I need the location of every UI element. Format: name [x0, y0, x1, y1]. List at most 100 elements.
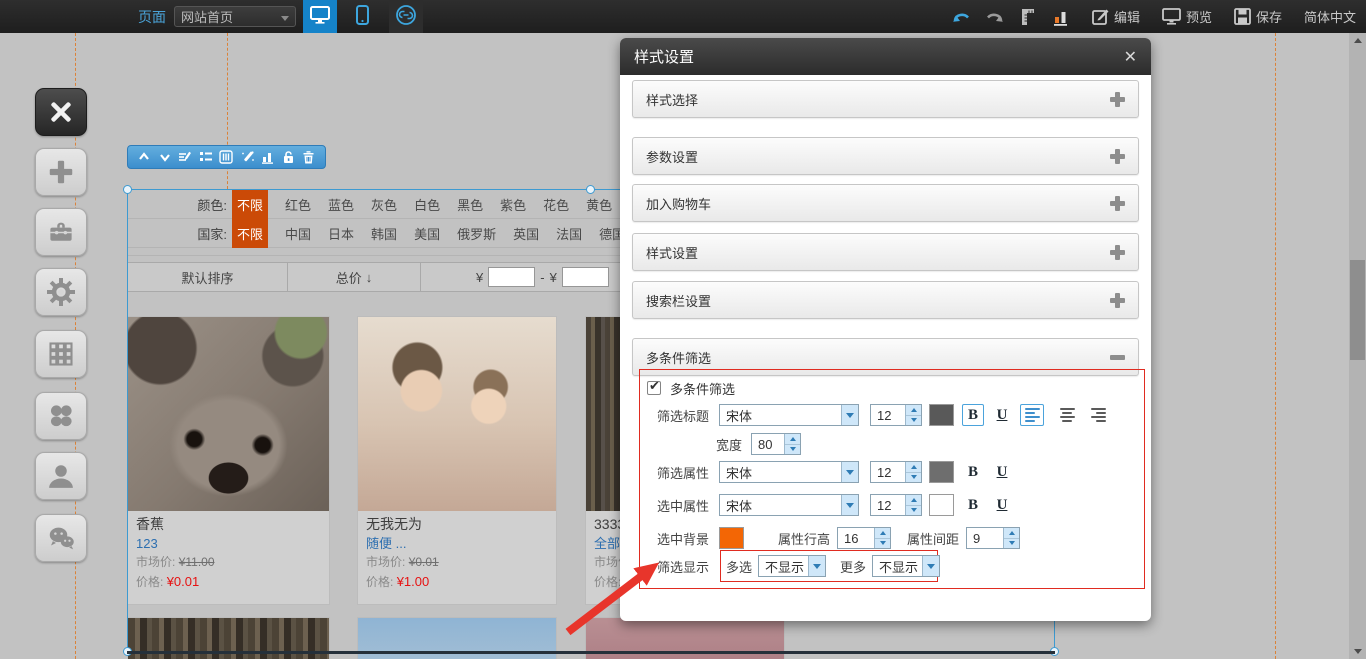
dialog-header[interactable]: 样式设置 ✕	[620, 38, 1151, 75]
stepper-arrows[interactable]	[905, 495, 921, 515]
filter-chip[interactable]: 中国	[285, 224, 311, 243]
expand-plus-icon[interactable]	[1110, 92, 1125, 107]
expand-plus-icon[interactable]	[1110, 245, 1125, 260]
underline-button[interactable]: U	[991, 461, 1013, 483]
attr-color-swatch[interactable]	[929, 461, 954, 483]
price-min-input[interactable]	[488, 267, 535, 287]
stats-icon[interactable]	[259, 148, 277, 166]
filter-chip[interactable]: 法国	[556, 224, 582, 243]
product-image-koala[interactable]	[128, 317, 329, 511]
filter-chip[interactable]: 日本	[328, 224, 354, 243]
product-link[interactable]: 123	[136, 534, 321, 553]
font-size-stepper[interactable]: 12	[870, 461, 922, 483]
sort-total-cell[interactable]: 总价 ↓	[288, 263, 421, 291]
filter-chip[interactable]: 不限	[232, 219, 268, 248]
section-search-bar[interactable]: 搜索栏设置	[632, 281, 1139, 319]
sidebar-item-add[interactable]	[35, 148, 87, 196]
align-left-button[interactable]	[1020, 404, 1044, 426]
product-card[interactable]: 无我无为 随便 ... 市场价: ¥0.01 价格: ¥1.00	[357, 316, 557, 605]
stepper-arrows[interactable]	[905, 405, 921, 425]
font-size-stepper[interactable]: 12	[870, 494, 922, 516]
bold-button[interactable]: B	[962, 494, 984, 516]
filter-chip[interactable]: 韩国	[371, 224, 397, 243]
page-select[interactable]: 网站首页	[174, 6, 296, 27]
attr-spacing-stepper[interactable]: 9	[966, 527, 1020, 549]
filter-chip[interactable]: 紫色	[500, 195, 526, 214]
vertical-scrollbar[interactable]	[1349, 33, 1366, 659]
undo-icon[interactable]	[952, 9, 972, 25]
ruler-icon[interactable]	[1020, 8, 1036, 26]
scroll-up-arrow-icon[interactable]	[1349, 33, 1366, 48]
align-right-button[interactable]	[1086, 404, 1110, 426]
redo-icon[interactable]	[984, 9, 1004, 25]
underline-button[interactable]: U	[991, 494, 1013, 516]
close-icon[interactable]: ✕	[1124, 47, 1137, 67]
align-center-button[interactable]	[1055, 404, 1079, 426]
filter-chip[interactable]: 白色	[414, 195, 440, 214]
filter-chip[interactable]: 英国	[513, 224, 539, 243]
move-up-icon[interactable]	[135, 148, 153, 166]
chevron-down-icon[interactable]	[922, 556, 939, 576]
underline-button[interactable]: U	[991, 404, 1013, 426]
trash-icon[interactable]	[300, 148, 318, 166]
lock-icon[interactable]	[279, 148, 297, 166]
filter-chip[interactable]: 灰色	[371, 195, 397, 214]
section-style-settings[interactable]: 样式设置	[632, 233, 1139, 271]
width-stepper[interactable]: 80	[751, 433, 801, 455]
product-card[interactable]: 香蕉 123 市场价: ¥11.00 价格: ¥0.01	[127, 316, 330, 605]
sidebar-item-member[interactable]	[35, 452, 87, 500]
filter-chip[interactable]: 红色	[285, 195, 311, 214]
edit-content-icon[interactable]	[176, 148, 194, 166]
section-style-select[interactable]: 样式选择	[632, 80, 1139, 118]
edit-button[interactable]: 编辑	[1092, 7, 1140, 26]
bold-button[interactable]: B	[962, 404, 984, 426]
params-icon[interactable]	[217, 148, 235, 166]
sidebar-item-toolbox[interactable]	[35, 208, 87, 256]
selected-attr-color-swatch[interactable]	[929, 494, 954, 516]
font-family-select[interactable]: 宋体	[719, 461, 859, 483]
sidebar-item-settings[interactable]	[35, 268, 87, 316]
filter-chip[interactable]: 黄色	[586, 195, 612, 214]
selection-handle-top-left[interactable]	[123, 185, 132, 194]
bold-button[interactable]: B	[962, 461, 984, 483]
collapse-minus-icon[interactable]	[1110, 350, 1125, 365]
selection-handle-top-mid[interactable]	[586, 185, 595, 194]
sidebar-item-apps[interactable]	[35, 392, 87, 440]
chevron-down-icon[interactable]	[808, 556, 825, 576]
statistics-icon[interactable]	[1052, 8, 1070, 26]
product-link[interactable]: 随便 ...	[366, 534, 548, 553]
chevron-down-icon[interactable]	[841, 405, 858, 425]
preview-button[interactable]: 预览	[1162, 7, 1212, 26]
title-color-swatch[interactable]	[929, 404, 954, 426]
filter-chip[interactable]: 蓝色	[328, 195, 354, 214]
expand-plus-icon[interactable]	[1110, 149, 1125, 164]
expand-plus-icon[interactable]	[1110, 196, 1125, 211]
section-params[interactable]: 参数设置	[632, 137, 1139, 175]
list-settings-icon[interactable]	[197, 148, 215, 166]
scroll-down-arrow-icon[interactable]	[1349, 644, 1366, 659]
link-mode-button[interactable]	[389, 0, 423, 33]
sort-default-cell[interactable]: 默认排序	[128, 263, 288, 291]
filter-chip[interactable]: 黑色	[457, 195, 483, 214]
expand-plus-icon[interactable]	[1110, 293, 1125, 308]
chevron-down-icon[interactable]	[841, 462, 858, 482]
filter-chip[interactable]: 花色	[543, 195, 569, 214]
section-add-to-cart[interactable]: 加入购物车	[632, 184, 1139, 222]
sidebar-item-design[interactable]	[35, 88, 87, 136]
multi-filter-checkbox[interactable]: ✔	[647, 381, 661, 395]
font-family-select[interactable]: 宋体	[719, 404, 859, 426]
language-switcher[interactable]: 简体中文	[1304, 7, 1356, 26]
sidebar-item-wechat[interactable]	[35, 514, 87, 562]
mobile-view-button[interactable]	[345, 0, 379, 33]
filter-chip[interactable]: 不限	[232, 190, 268, 219]
desktop-view-button[interactable]	[303, 0, 337, 33]
price-max-input[interactable]	[562, 267, 609, 287]
stepper-arrows[interactable]	[1003, 528, 1019, 548]
filter-chip[interactable]: 美国	[414, 224, 440, 243]
more-dropdown[interactable]: 不显示	[872, 555, 940, 577]
stepper-arrows[interactable]	[784, 434, 800, 454]
font-size-stepper[interactable]: 12	[870, 404, 922, 426]
font-family-select[interactable]: 宋体	[719, 494, 859, 516]
save-button[interactable]: 保存	[1234, 7, 1282, 26]
product-image-kids[interactable]	[358, 317, 556, 511]
